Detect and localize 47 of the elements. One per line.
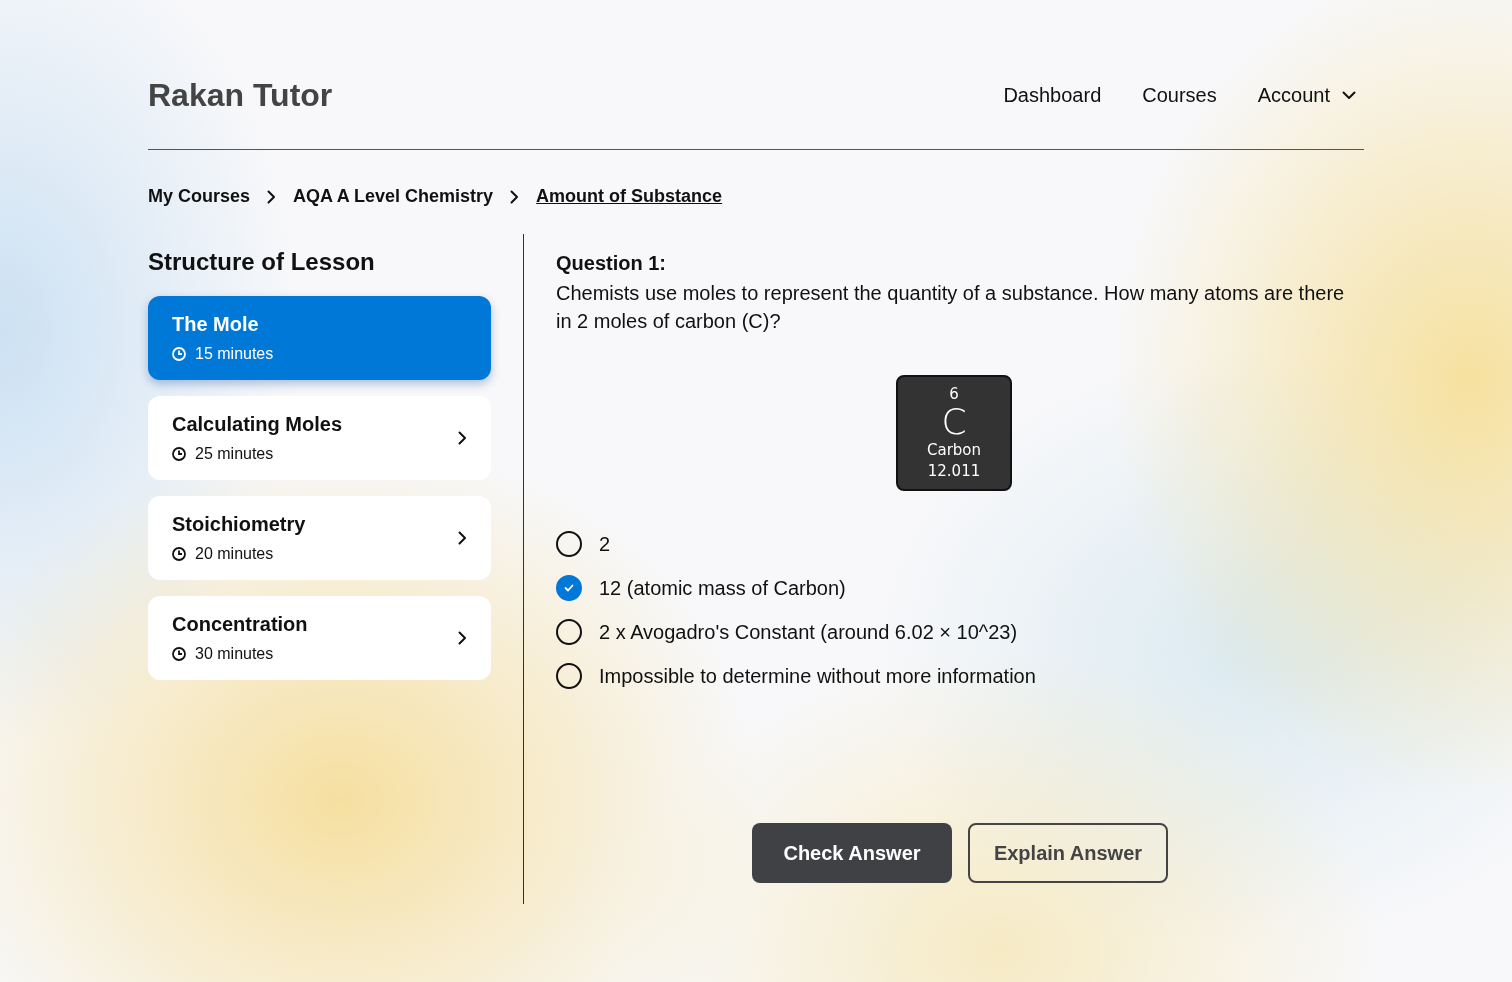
question-text: Chemists use moles to represent the quantity of a substance. How many atoms are there in 2 moles of carbon (C)?: [556, 281, 1346, 334]
atomic-mass: 12.011: [927, 462, 981, 480]
chevron-right-icon: [458, 631, 467, 645]
clock-icon: [172, 447, 186, 461]
element-name: Carbon: [926, 441, 981, 459]
explain-answer-button[interactable]: Explain Answer: [968, 823, 1168, 883]
nav-link[interactable]: Dashboard: [1003, 83, 1102, 107]
radio-button[interactable]: [556, 531, 582, 557]
option-label: 2 x Avogadro's Constant (around 6.02 × 10^23): [599, 620, 1018, 644]
lesson-card[interactable]: Calculating Moles 25 minutes: [148, 396, 491, 480]
option-label: Impossible to determine without more information: [599, 664, 1036, 688]
lesson-duration: 25 minutes: [195, 445, 274, 463]
lesson-title: Stoichiometry: [172, 513, 306, 536]
lesson-duration: 20 minutes: [195, 545, 274, 563]
lesson-duration: 30 minutes: [195, 645, 274, 663]
breadcrumb-link[interactable]: AQA A Level Chemistry: [293, 186, 494, 207]
nav-link[interactable]: Courses: [1142, 83, 1217, 107]
question-heading: Question 1:: [556, 252, 667, 275]
clock-icon: [172, 647, 186, 661]
account-menu[interactable]: Account: [1257, 83, 1356, 107]
sidebar-title: Structure of Lesson: [148, 248, 376, 276]
chevron-right-icon: [267, 189, 277, 204]
lesson-title: Concentration: [172, 613, 308, 636]
chevron-down-icon: [1342, 90, 1356, 100]
chevron-right-icon: [458, 431, 467, 445]
chevron-right-icon: [510, 189, 520, 204]
brand-logo[interactable]: Rakan Tutor: [148, 76, 333, 114]
option-label: 2: [599, 532, 611, 556]
lesson-duration: 15 minutes: [195, 345, 274, 363]
radio-button[interactable]: [556, 575, 582, 601]
breadcrumb-link[interactable]: Amount of Substance: [536, 186, 723, 207]
element-symbol: C: [941, 403, 967, 441]
clock-icon: [172, 347, 186, 361]
lesson-title: The Mole: [172, 313, 260, 336]
option-label: 12 (atomic mass of Carbon): [599, 576, 846, 600]
breadcrumb-link[interactable]: My Courses: [148, 186, 251, 207]
lesson-title: Calculating Moles: [172, 413, 343, 436]
clock-icon: [172, 547, 186, 561]
check-icon: [564, 584, 574, 592]
lesson-card[interactable]: Stoichiometry 20 minutes: [148, 496, 491, 580]
radio-button[interactable]: [556, 663, 582, 689]
atomic-number: 6: [949, 385, 959, 403]
lesson-card[interactable]: The Mole 15 minutes: [148, 296, 491, 380]
lesson-card[interactable]: Concentration 30 minutes: [148, 596, 491, 680]
check-answer-button[interactable]: Check Answer: [752, 823, 952, 883]
radio-button[interactable]: [556, 619, 582, 645]
chevron-right-icon: [458, 531, 467, 545]
